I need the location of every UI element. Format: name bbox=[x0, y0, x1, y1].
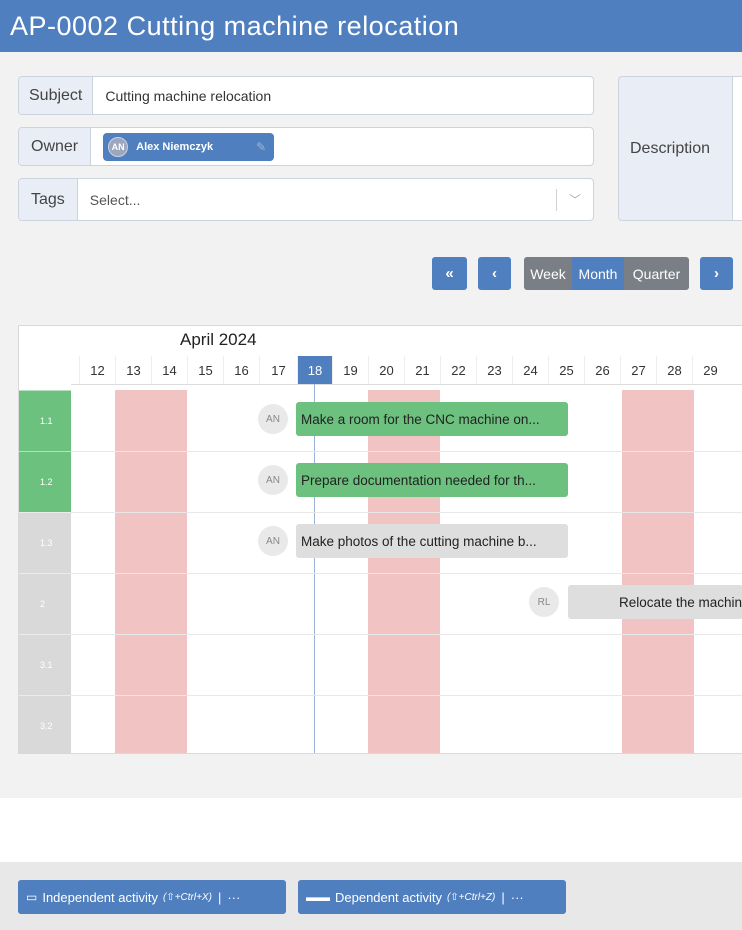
gantt-day: 28 bbox=[656, 356, 692, 384]
task-bar[interactable]: Make a room for the CNC machine on... bbox=[296, 402, 568, 436]
row-divider bbox=[71, 695, 742, 696]
view-month-button[interactable]: Month bbox=[572, 257, 624, 290]
independent-activity-icon: ▭ bbox=[26, 890, 38, 904]
gantt-day: 29 bbox=[692, 356, 728, 384]
gantt-day: 22 bbox=[440, 356, 476, 384]
pencil-icon[interactable]: ✎ bbox=[256, 140, 266, 154]
independent-activity-label: Independent activity bbox=[42, 889, 158, 905]
gantt-header-divider bbox=[71, 384, 742, 385]
next-page-button[interactable]: › bbox=[700, 257, 733, 290]
gantt-day: 20 bbox=[368, 356, 404, 384]
subject-field: Subject Cutting machine relocation bbox=[18, 76, 594, 115]
more-icon[interactable]: ··· bbox=[227, 890, 240, 905]
independent-activity-shortcut: (⇧+Ctrl+X) bbox=[162, 891, 212, 903]
owner-avatar: AN bbox=[108, 136, 129, 157]
first-page-button[interactable]: « bbox=[432, 257, 467, 290]
owner-name: Alex Niemczyk bbox=[136, 140, 214, 153]
subject-input[interactable]: Cutting machine relocation bbox=[93, 77, 593, 114]
content-spacer bbox=[0, 798, 742, 862]
gantt-day: 15 bbox=[187, 356, 223, 384]
gantt-day: 17 bbox=[259, 356, 297, 384]
gantt-day: 27 bbox=[620, 356, 656, 384]
tags-label: Tags bbox=[19, 179, 78, 220]
today-line bbox=[314, 384, 315, 753]
gantt-day: 25 bbox=[548, 356, 584, 384]
view-quarter-button[interactable]: Quarter bbox=[624, 257, 689, 290]
row-divider bbox=[71, 512, 742, 513]
gantt-day: 12 bbox=[79, 356, 115, 384]
row-divider bbox=[71, 634, 742, 635]
gantt-day: 19 bbox=[332, 356, 368, 384]
subject-label: Subject bbox=[19, 77, 94, 114]
owner-label: Owner bbox=[19, 128, 92, 165]
chevron-down-icon: ﹀ bbox=[568, 193, 581, 207]
independent-activity-button[interactable]: ▭ Independent activity (⇧+Ctrl+X) | ··· bbox=[18, 880, 286, 914]
row-label[interactable]: 2 bbox=[19, 573, 71, 634]
row-divider bbox=[71, 451, 742, 452]
dependent-activity-label: Dependent activity bbox=[335, 889, 442, 905]
view-week-button[interactable]: Week bbox=[524, 257, 572, 290]
owner-value: AN Alex Niemczyk ✎ bbox=[91, 128, 593, 165]
task-bar[interactable]: Prepare documentation needed for th... bbox=[296, 463, 568, 497]
prev-page-button[interactable]: ‹ bbox=[478, 257, 511, 290]
gantt-month: April 2024 bbox=[180, 330, 257, 349]
gantt-chart: April 2024 12 13 14 15 16 17 18 19 20 21… bbox=[18, 325, 742, 754]
tags-field: Tags Select... ﹀ bbox=[18, 178, 594, 221]
task-avatar: AN bbox=[258, 465, 288, 495]
button-separator: | bbox=[501, 889, 505, 905]
task-avatar: AN bbox=[258, 404, 288, 434]
tags-select[interactable]: Select... bbox=[78, 179, 556, 220]
page-title: AP-0002 Cutting machine relocation bbox=[0, 0, 742, 52]
row-label[interactable]: 1.1 bbox=[19, 390, 71, 451]
gantt-day: 24 bbox=[512, 356, 548, 384]
gantt-day: 23 bbox=[476, 356, 512, 384]
gantt-day: 16 bbox=[223, 356, 259, 384]
dependent-activity-shortcut: (⇧+Ctrl+Z) bbox=[446, 891, 496, 903]
owner-field: Owner AN Alex Niemczyk ✎ bbox=[18, 127, 594, 166]
dependent-activity-button[interactable]: ▬▬ Dependent activity (⇧+Ctrl+Z) | ··· bbox=[298, 880, 566, 914]
task-avatar: AN bbox=[258, 526, 288, 556]
row-label[interactable]: 1.2 bbox=[19, 451, 71, 512]
gantt-day: 26 bbox=[584, 356, 620, 384]
button-separator: | bbox=[217, 889, 222, 905]
weekend-column bbox=[622, 390, 694, 753]
weekend-column bbox=[368, 390, 440, 753]
dependent-activity-icon: ▬▬ bbox=[306, 890, 330, 904]
row-label[interactable]: 3.1 bbox=[19, 634, 71, 695]
task-avatar: RL bbox=[529, 587, 559, 617]
task-bar[interactable]: Make photos of the cutting machine b... bbox=[296, 524, 568, 558]
row-label[interactable]: 3.2 bbox=[19, 695, 71, 753]
tags-divider bbox=[555, 188, 557, 211]
tags-dropdown-toggle[interactable]: ﹀ bbox=[555, 179, 593, 220]
more-icon[interactable]: ··· bbox=[511, 890, 524, 905]
task-bar[interactable]: Relocate the machine bbox=[568, 585, 742, 619]
description-input[interactable] bbox=[732, 77, 742, 220]
gantt-day: 13 bbox=[115, 356, 151, 384]
gantt-day: 14 bbox=[151, 356, 187, 384]
view-switcher: Week Month Quarter bbox=[524, 257, 689, 290]
gantt-day-today: 18 bbox=[297, 356, 332, 384]
description-label: Description bbox=[618, 76, 742, 221]
weekend-column bbox=[115, 390, 187, 753]
gantt-day: 21 bbox=[404, 356, 440, 384]
row-label[interactable]: 1.3 bbox=[19, 512, 71, 573]
row-divider bbox=[71, 573, 742, 574]
owner-chip[interactable]: AN Alex Niemczyk ✎ bbox=[103, 132, 275, 161]
